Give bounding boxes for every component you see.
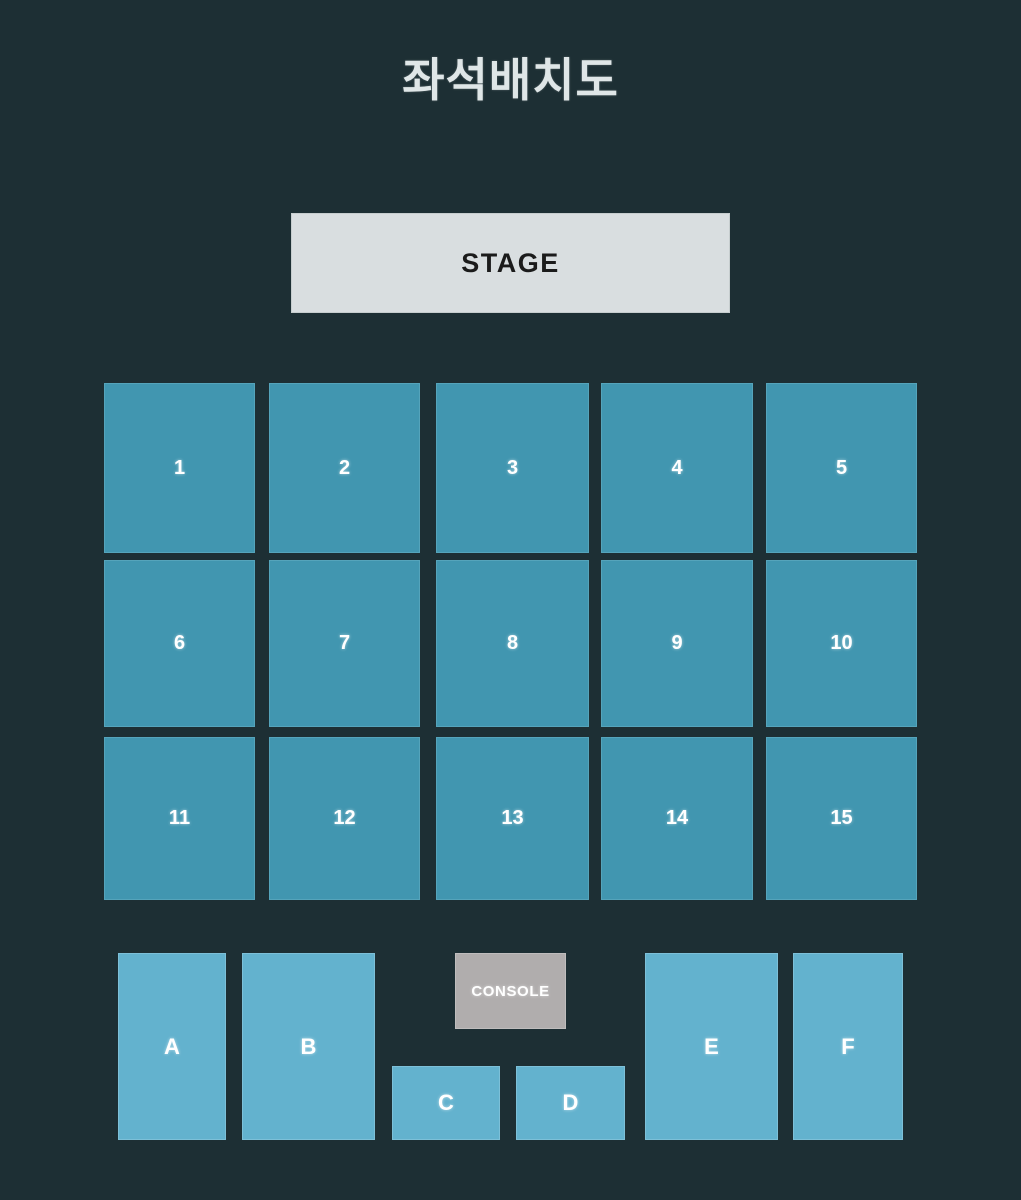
seat-block-label: 9 (671, 632, 683, 654)
seat-block-label: D (562, 1090, 579, 1115)
seat-block-3[interactable]: 3 (436, 383, 589, 553)
seat-block-label: 12 (333, 807, 356, 829)
seat-block-11[interactable]: 11 (104, 737, 255, 900)
seat-block-D[interactable]: D (516, 1066, 625, 1140)
seat-block-label: 5 (835, 456, 848, 479)
seat-block-E[interactable]: E (645, 953, 778, 1140)
seat-block-label: A (164, 1033, 180, 1059)
seat-block-8[interactable]: 8 (436, 560, 589, 727)
seat-block-A[interactable]: A (118, 953, 226, 1140)
seat-block-B[interactable]: B (242, 953, 375, 1140)
seat-block-label: E (704, 1033, 719, 1059)
console-label: CONSOLE (471, 982, 550, 1000)
seat-block-6[interactable]: 6 (104, 560, 255, 727)
seat-block-label: 1 (173, 456, 186, 479)
seat-block-label: C (438, 1090, 454, 1115)
console-area: CONSOLE (455, 953, 566, 1029)
seat-block-4[interactable]: 4 (601, 383, 753, 553)
page-title: 좌석배치도 (402, 54, 619, 106)
seat-block-7[interactable]: 7 (269, 560, 420, 727)
seat-block-F[interactable]: F (793, 953, 903, 1140)
seat-block-12[interactable]: 12 (269, 737, 420, 900)
seat-block-label: F (841, 1033, 855, 1059)
seat-block-label: 3 (506, 456, 519, 479)
seat-block-label: 11 (168, 807, 191, 829)
seat-block-10[interactable]: 10 (766, 560, 917, 727)
seat-block-label: 10 (830, 632, 853, 654)
seat-block-1[interactable]: 1 (104, 383, 255, 553)
seat-block-label: 7 (338, 632, 351, 654)
seating-chart-canvas: 좌석배치도 STAGE 1 2 3 4 5 6 7 8 9 10 11 12 13 14 15 A B C D E F … (0, 0, 1021, 1200)
seat-block-label: 13 (501, 807, 524, 829)
seat-block-label: 4 (671, 456, 683, 479)
seat-block-5[interactable]: 5 (766, 383, 917, 553)
seat-block-label: 15 (830, 807, 853, 829)
seat-block-C[interactable]: C (392, 1066, 500, 1140)
stage-area: STAGE (291, 213, 730, 313)
seat-block-label: 14 (665, 807, 689, 829)
seat-block-15[interactable]: 15 (766, 737, 917, 900)
seat-block-9[interactable]: 9 (601, 560, 753, 727)
seat-block-label: 6 (173, 632, 186, 654)
seat-block-2[interactable]: 2 (269, 383, 420, 553)
stage-label: STAGE (461, 247, 560, 278)
seat-block-label: B (300, 1033, 317, 1059)
seat-block-label: 8 (506, 632, 519, 654)
seat-block-13[interactable]: 13 (436, 737, 589, 900)
seat-block-label: 2 (338, 456, 351, 479)
seat-block-14[interactable]: 14 (601, 737, 753, 900)
